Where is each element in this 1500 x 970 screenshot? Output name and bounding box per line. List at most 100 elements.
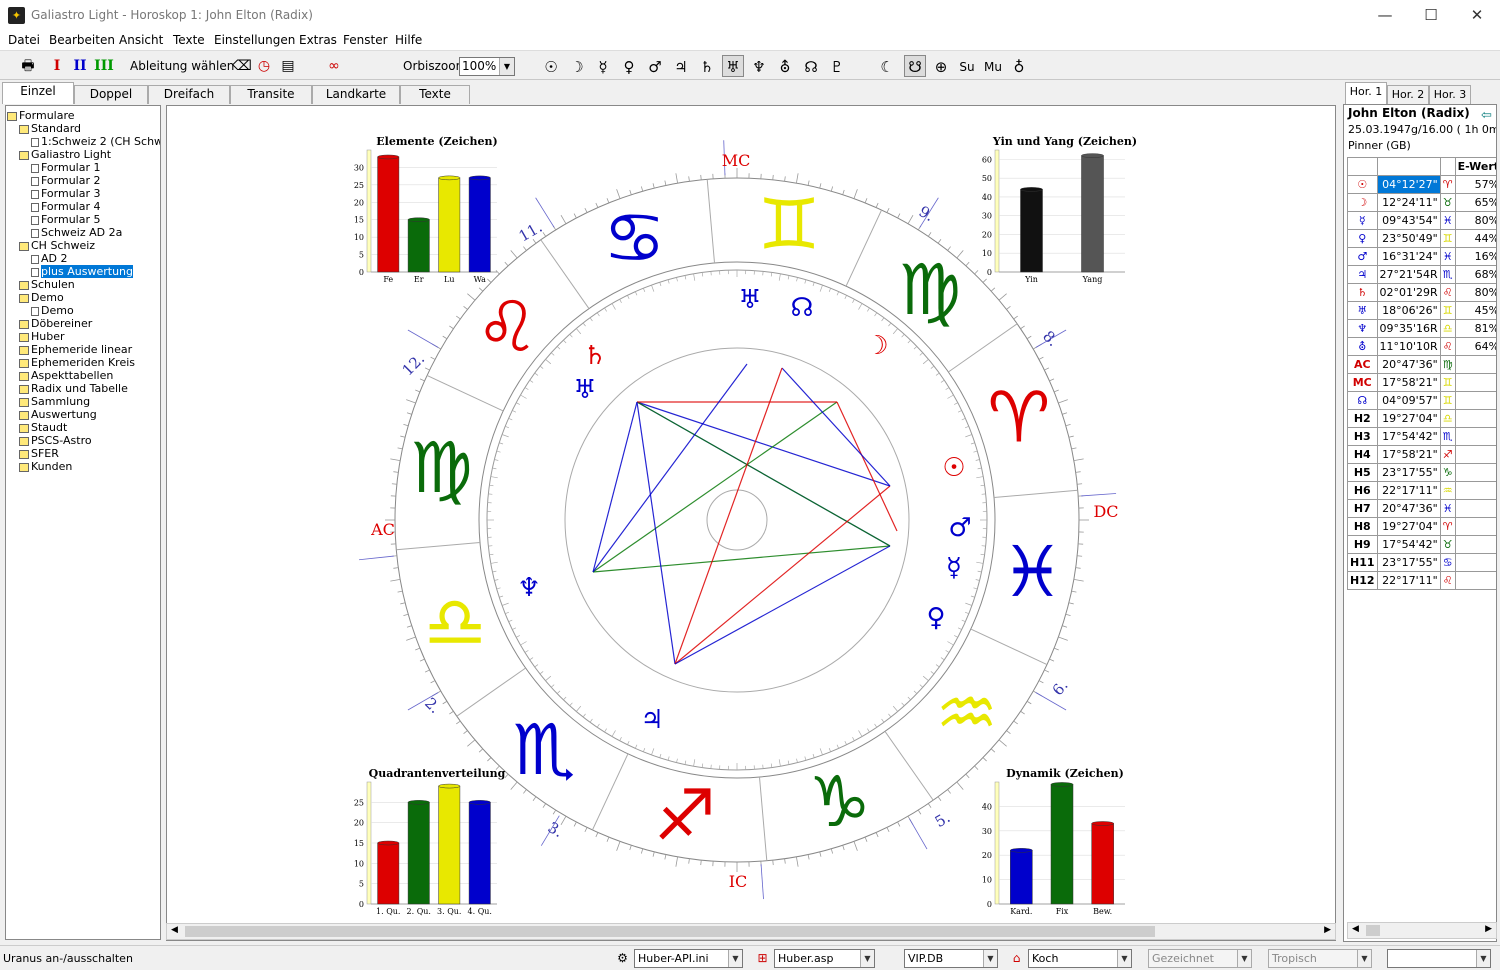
- tree-item[interactable]: 1:Schweiz 2 (CH Schwe: [31, 135, 160, 148]
- su-icon[interactable]: Su: [956, 55, 978, 77]
- tree-item[interactable]: PSCS-Astro: [19, 434, 92, 447]
- tree-item[interactable]: Ephemeriden Kreis: [19, 356, 135, 369]
- jupiter-icon[interactable]: ♃: [670, 55, 692, 77]
- tree-item[interactable]: Staudt: [19, 421, 67, 434]
- tree-item[interactable]: Formular 3: [31, 187, 101, 200]
- table-row[interactable]: ♀ 23°50'49" ♊ 44%: [1347, 229, 1496, 248]
- link-icon[interactable]: ∞: [324, 55, 344, 77]
- table-row[interactable]: ☉ 04°12'27" ♈ 57%: [1347, 175, 1496, 194]
- tree-item[interactable]: Kunden: [19, 460, 72, 473]
- single-chart-icon[interactable]: I: [50, 55, 64, 77]
- chevron-down-icon[interactable]: ▼: [728, 950, 742, 967]
- tree-item[interactable]: Formular 4: [31, 200, 101, 213]
- chevron-down-icon[interactable]: ▼: [983, 950, 997, 967]
- scroll-thumb[interactable]: [185, 926, 1155, 937]
- tree-item[interactable]: Huber: [19, 330, 65, 343]
- tab-transite[interactable]: Transite: [230, 85, 312, 104]
- table-row[interactable]: H9 17°54'42" ♉: [1347, 535, 1496, 554]
- moon-icon[interactable]: ☽: [566, 55, 588, 77]
- table-row[interactable]: H4 17°58'21" ♐: [1347, 445, 1496, 464]
- table-row[interactable]: ☊ 04°09'57" ♊: [1347, 391, 1496, 410]
- mercury-icon[interactable]: ☿: [592, 55, 614, 77]
- chevron-down-icon[interactable]: ▼: [1357, 950, 1371, 967]
- house-system-select[interactable]: Koch ▼: [1028, 949, 1132, 968]
- tab-doppel[interactable]: Doppel: [74, 85, 148, 104]
- eraser-icon[interactable]: ⌫: [232, 55, 252, 77]
- scroll-left-icon[interactable]: ◀: [1352, 924, 1359, 934]
- tree-item[interactable]: Demo: [19, 291, 64, 304]
- chevron-down-icon[interactable]: ▼: [1237, 950, 1251, 967]
- double-chart-icon[interactable]: II: [72, 55, 88, 77]
- chevron-down-icon[interactable]: ▼: [860, 950, 874, 967]
- node-icon[interactable]: ☊: [800, 55, 822, 77]
- tree-item[interactable]: Aspekttabellen: [19, 369, 113, 382]
- maximize-button[interactable]: ☐: [1408, 0, 1454, 31]
- table-row[interactable]: ☽ 12°24'11" ♉ 65%: [1347, 193, 1496, 212]
- api-select[interactable]: Huber-API.ini ▼: [634, 949, 743, 968]
- right-scrollbar[interactable]: ◀ ▶: [1347, 922, 1497, 939]
- tree-item[interactable]: Sammlung: [19, 395, 90, 408]
- chevron-down-icon[interactable]: ▼: [1117, 950, 1131, 967]
- scroll-right-icon[interactable]: ▶: [1324, 925, 1331, 935]
- table-row[interactable]: H8 19°27'04" ♈: [1347, 517, 1496, 536]
- tree-item[interactable]: Formular 1: [31, 161, 101, 174]
- tree-item[interactable]: Standard: [19, 122, 81, 135]
- table-row[interactable]: H3 17°54'42" ♏: [1347, 427, 1496, 446]
- print-icon[interactable]: 🖶: [17, 55, 39, 77]
- tree-item[interactable]: Formulare: [7, 109, 75, 122]
- uranus-icon[interactable]: ♅: [722, 55, 744, 77]
- table-row[interactable]: ♂ 16°31'24" ♓ 16%: [1347, 247, 1496, 266]
- scroll-right-icon[interactable]: ▶: [1485, 924, 1492, 934]
- table-row[interactable]: ☿ 09°43'54" ♓ 80%: [1347, 211, 1496, 230]
- menu-einstellungen[interactable]: Einstellungen: [214, 33, 295, 47]
- drawing-select[interactable]: Gezeichnet ▼: [1148, 949, 1252, 968]
- table-row[interactable]: ♅ 18°06'26" ♊ 45%: [1347, 301, 1496, 320]
- table-row[interactable]: AC 20°47'36" ♍: [1347, 355, 1496, 374]
- tab-hor-3[interactable]: Hor. 3: [1429, 85, 1471, 104]
- table-row[interactable]: ♆ 09°35'16R ♎ 81%: [1347, 319, 1496, 338]
- table-row[interactable]: ⛢ 11°10'10R ♌ 64%: [1347, 337, 1496, 356]
- tree-item[interactable]: Auswertung: [19, 408, 97, 421]
- tab-texte[interactable]: Texte: [400, 85, 470, 104]
- neptune-icon[interactable]: ♆: [748, 55, 770, 77]
- menu-ansicht[interactable]: Ansicht: [119, 33, 163, 47]
- tree-item[interactable]: SFER: [19, 447, 59, 460]
- pluto-alt-icon[interactable]: ♇: [826, 55, 848, 77]
- saturn-icon[interactable]: ♄: [696, 55, 718, 77]
- table-row[interactable]: H5 23°17'55" ♑: [1347, 463, 1496, 482]
- table-row[interactable]: H2 19°27'04" ♎: [1347, 409, 1496, 428]
- tree-item[interactable]: Döbereiner: [19, 317, 92, 330]
- table-row[interactable]: ♄ 02°01'29R ♌ 80%: [1347, 283, 1496, 302]
- arrow-left-icon[interactable]: ⇦: [1481, 108, 1492, 123]
- minimize-button[interactable]: —: [1362, 0, 1408, 31]
- scroll-left-icon[interactable]: ◀: [171, 925, 178, 935]
- tree-item[interactable]: Ephemeride linear: [19, 343, 132, 356]
- table-row[interactable]: H7 20°47'36" ♓: [1347, 499, 1496, 518]
- tab-einzel[interactable]: Einzel: [2, 82, 74, 104]
- zodiac-select[interactable]: Tropisch ▼: [1268, 949, 1372, 968]
- earth-symbol-icon[interactable]: ♁: [1008, 55, 1030, 77]
- tree-item[interactable]: Formular 5: [31, 213, 101, 226]
- triple-chart-icon[interactable]: III: [94, 55, 114, 77]
- tree-item[interactable]: Formular 2: [31, 174, 101, 187]
- mu-icon[interactable]: Mu: [982, 55, 1004, 77]
- menu-hilfe[interactable]: Hilfe: [395, 33, 422, 47]
- menu-fenster[interactable]: Fenster: [343, 33, 388, 47]
- tree-item[interactable]: Demo: [31, 304, 74, 317]
- tree-item[interactable]: CH Schweiz: [19, 239, 95, 252]
- tree-item[interactable]: plus Auswertung: [31, 265, 133, 278]
- scroll-thumb[interactable]: [1366, 925, 1380, 936]
- tab-landkarte[interactable]: Landkarte: [312, 85, 400, 104]
- mars-icon[interactable]: ♂: [644, 55, 666, 77]
- table-row[interactable]: MC 17°58'21" ♊: [1347, 373, 1496, 392]
- extra-select[interactable]: ▼: [1387, 949, 1491, 968]
- lilith-icon[interactable]: ☾: [876, 55, 898, 77]
- horizontal-scrollbar[interactable]: ◀ ▶: [166, 923, 1336, 940]
- table-row[interactable]: ♃ 27°21'54R ♏ 68%: [1347, 265, 1496, 284]
- orbiszoom-select[interactable]: 100% ▼: [459, 57, 515, 76]
- tree-item[interactable]: Schweiz AD 2a: [31, 226, 122, 239]
- clock-icon[interactable]: ◷: [254, 55, 274, 77]
- table-row[interactable]: H11 23°17'55" ♋: [1347, 553, 1496, 572]
- chevron-down-icon[interactable]: ▼: [499, 58, 514, 75]
- ableitung-button[interactable]: Ableitung wählen: [130, 55, 234, 77]
